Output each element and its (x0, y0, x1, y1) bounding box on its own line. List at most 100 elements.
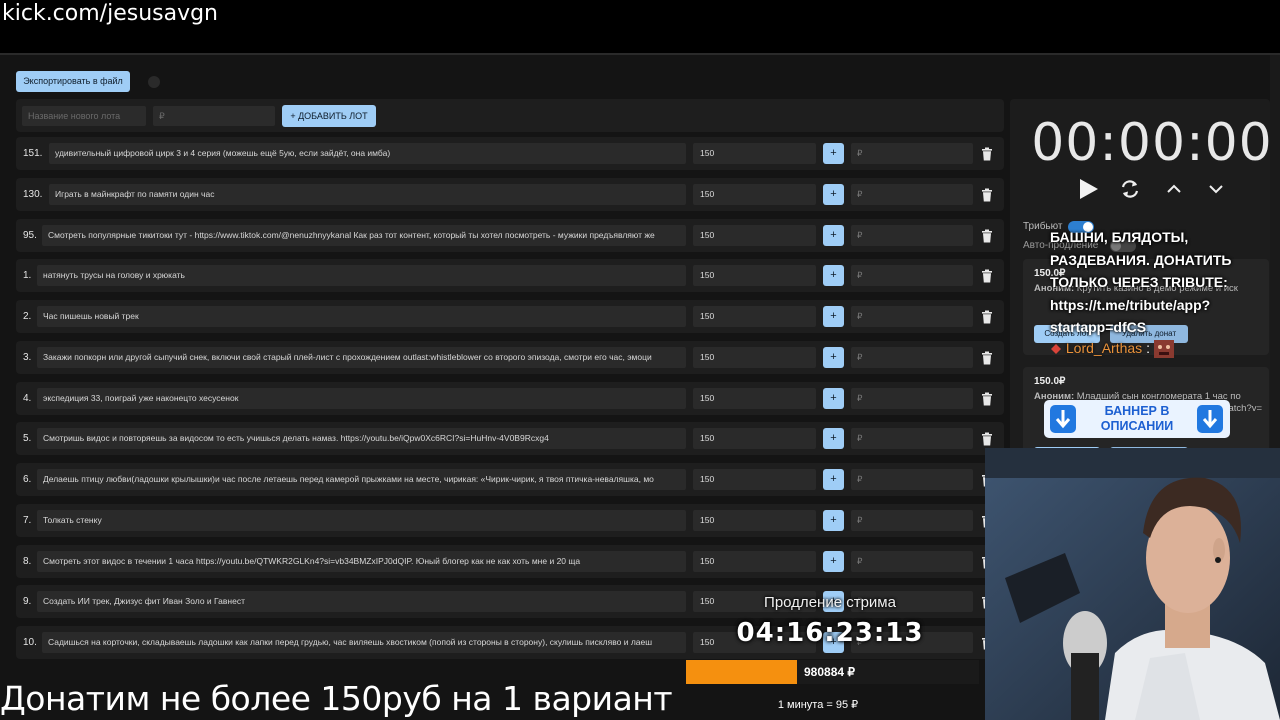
lot-row: 130. Играть в майнкрафт по памяти один ча… (16, 177, 1004, 211)
chat-message: Lord_Arthas : (1050, 340, 1174, 359)
trash-icon[interactable] (981, 188, 993, 202)
trash-icon[interactable] (981, 432, 993, 446)
chat-emote-icon (1153, 340, 1174, 359)
lot-amount-field[interactable]: 150 (693, 224, 816, 246)
lot-amount-field[interactable]: 150 (693, 387, 816, 409)
new-lot-name-input[interactable] (22, 106, 146, 126)
lot-number: 151. (23, 148, 43, 159)
donation-progress-bar: 980884 ₽ (686, 660, 979, 684)
lot-name-field[interactable]: Смотришь видос и повторяешь за видосом т… (37, 428, 686, 450)
lot-name-field[interactable]: Смотреть этот видос в течении 1 часа htt… (37, 550, 686, 572)
donation-total: 980884 ₽ (804, 665, 856, 679)
lot-price-input[interactable]: ₽ (851, 550, 973, 572)
lot-price-input[interactable]: ₽ (851, 387, 973, 409)
lot-number: 7. (23, 514, 32, 526)
stream-extension-timer: 04:16:23:13 (736, 618, 924, 648)
lot-amount-field[interactable]: 150 (693, 509, 816, 531)
lot-price-input[interactable]: ₽ (851, 509, 973, 531)
add-amount-button[interactable]: + (823, 183, 844, 205)
lot-amount-field[interactable]: 150 (693, 550, 816, 572)
stream-alert-message: БАШНИ, БЛЯДОТЫ, РАЗДЕВАНИЯ. ДОНАТИТЬ ТОЛ… (1050, 229, 1232, 335)
lot-number: 95. (23, 229, 37, 241)
lot-price-input[interactable]: ₽ (851, 306, 973, 327)
lot-amount-field[interactable]: 150 (693, 428, 816, 450)
add-amount-button[interactable]: + (823, 387, 844, 409)
lot-name-field[interactable]: Создать ИИ трек, Джизус фит Иван Золо и … (37, 591, 686, 613)
banner-overlay: БАННЕР В ОПИСАНИИ (1044, 400, 1230, 438)
lot-name-field[interactable]: Играть в майнкрафт по памяти один час (49, 183, 686, 205)
lot-price-input[interactable]: ₽ (851, 346, 973, 368)
lot-row: 8. Смотреть этот видос в течении 1 часа h… (16, 544, 1004, 578)
lot-number: 130. (23, 188, 43, 200)
lot-row: 95. Смотреть популярные тикитоки тут - ht… (16, 218, 1004, 252)
export-button[interactable]: Экспортировать в файл (16, 71, 130, 92)
lot-number: 3. (23, 351, 32, 363)
add-amount-button[interactable]: + (823, 306, 844, 327)
lot-price-input[interactable]: ₽ (851, 265, 973, 287)
lot-price-input[interactable]: ₽ (851, 224, 973, 246)
lot-name-field[interactable]: Закажи попкорн или другой сыпучий снек, … (37, 346, 686, 368)
add-amount-button[interactable]: + (823, 224, 844, 246)
lot-price-input[interactable]: ₽ (851, 183, 973, 205)
lot-price-input[interactable]: ₽ (851, 143, 973, 164)
stream-extension-label: Продление стрима (764, 594, 896, 611)
lot-row: 2. Час пишешь новый трек 150 + ₽ (16, 300, 1004, 333)
trash-icon[interactable] (981, 229, 993, 243)
lot-list: 151. удивительный цифровой цирк 3 и 4 сер… (16, 137, 1004, 667)
chevron-down-icon[interactable] (1207, 177, 1225, 201)
lot-number: 9. (23, 596, 32, 608)
add-amount-button[interactable]: + (823, 509, 844, 531)
stream-frame: kick.com/jesusavgn Экспортировать в файл… (0, 0, 1280, 720)
add-amount-button[interactable]: + (823, 550, 844, 572)
add-lot-button[interactable]: + ДОБАВИТЬ ЛОТ (282, 105, 376, 127)
play-icon[interactable] (1076, 177, 1100, 201)
lot-amount-field[interactable]: 150 (693, 265, 816, 287)
add-amount-button[interactable]: + (823, 346, 844, 368)
refresh-icon[interactable] (1118, 177, 1142, 201)
lot-row: 1. натянуть трусы на голову и хрюкать 150 +… (16, 259, 1004, 293)
lot-price-input[interactable]: ₽ (851, 469, 973, 490)
progress-fill (686, 660, 798, 684)
new-lot-price-input[interactable] (153, 106, 275, 126)
lot-amount-field[interactable]: 150 (693, 469, 816, 490)
lot-amount-field[interactable]: 150 (693, 346, 816, 368)
trash-icon[interactable] (981, 351, 993, 365)
add-amount-button[interactable]: + (823, 265, 844, 287)
channel-url: kick.com/jesusavgn (2, 1, 219, 26)
add-amount-button[interactable]: + (823, 469, 844, 490)
lot-name-field[interactable]: Толкать стенку (37, 509, 686, 531)
lot-name-field[interactable]: Смотреть популярные тикитоки тут - https… (42, 224, 686, 246)
chat-colon: : (1146, 340, 1150, 356)
lot-name-field[interactable]: натянуть трусы на голову и хрюкать (37, 265, 686, 287)
add-amount-button[interactable]: + (823, 428, 844, 450)
lot-number: 2. (23, 311, 32, 322)
lot-price-input[interactable]: ₽ (851, 428, 973, 450)
lot-row: 7. Толкать стенку 150 + ₽ (16, 503, 1004, 537)
lot-amount-field[interactable]: 150 (693, 143, 816, 164)
lot-number: 10. (23, 637, 37, 648)
lot-name-field[interactable]: удивительный цифровой цирк 3 и 4 серия (… (49, 143, 686, 164)
lot-row: 5. Смотришь видос и повторяешь за видосом… (16, 422, 1004, 456)
lot-name-field[interactable]: экспедиция 33, поиграй уже наконецто хес… (37, 387, 686, 409)
donation-price: 150.0₽ (1034, 376, 1066, 387)
lot-amount-field[interactable]: 150 (693, 183, 816, 205)
add-amount-button[interactable]: + (823, 143, 844, 164)
lot-amount-field[interactable]: 150 (693, 306, 816, 327)
trash-icon[interactable] (981, 310, 993, 324)
chat-username: Lord_Arthas (1065, 340, 1143, 356)
new-lot-bar: + ДОБАВИТЬ ЛОТ (16, 99, 1004, 132)
trash-icon[interactable] (981, 392, 993, 406)
webcam-feed (985, 448, 1280, 720)
chat-badge-icon (1051, 344, 1061, 355)
lot-name-field[interactable]: Садишься на корточки, складываешь ладошк… (42, 632, 686, 653)
trash-icon[interactable] (981, 147, 993, 161)
banner-text: БАННЕР В ОПИСАНИИ (1100, 404, 1174, 433)
auction-timer: 00:00:00 (1031, 113, 1273, 173)
chevron-up-icon[interactable] (1165, 177, 1183, 201)
lot-name-field[interactable]: Час пишешь новый трек (37, 306, 686, 327)
arrow-down-icon (1050, 405, 1076, 433)
lot-name-field[interactable]: Делаешь птицу любви(ладошки крылышки)и ч… (37, 469, 686, 490)
status-dot (148, 76, 160, 88)
arrow-down-icon (1197, 405, 1223, 433)
trash-icon[interactable] (981, 269, 993, 283)
